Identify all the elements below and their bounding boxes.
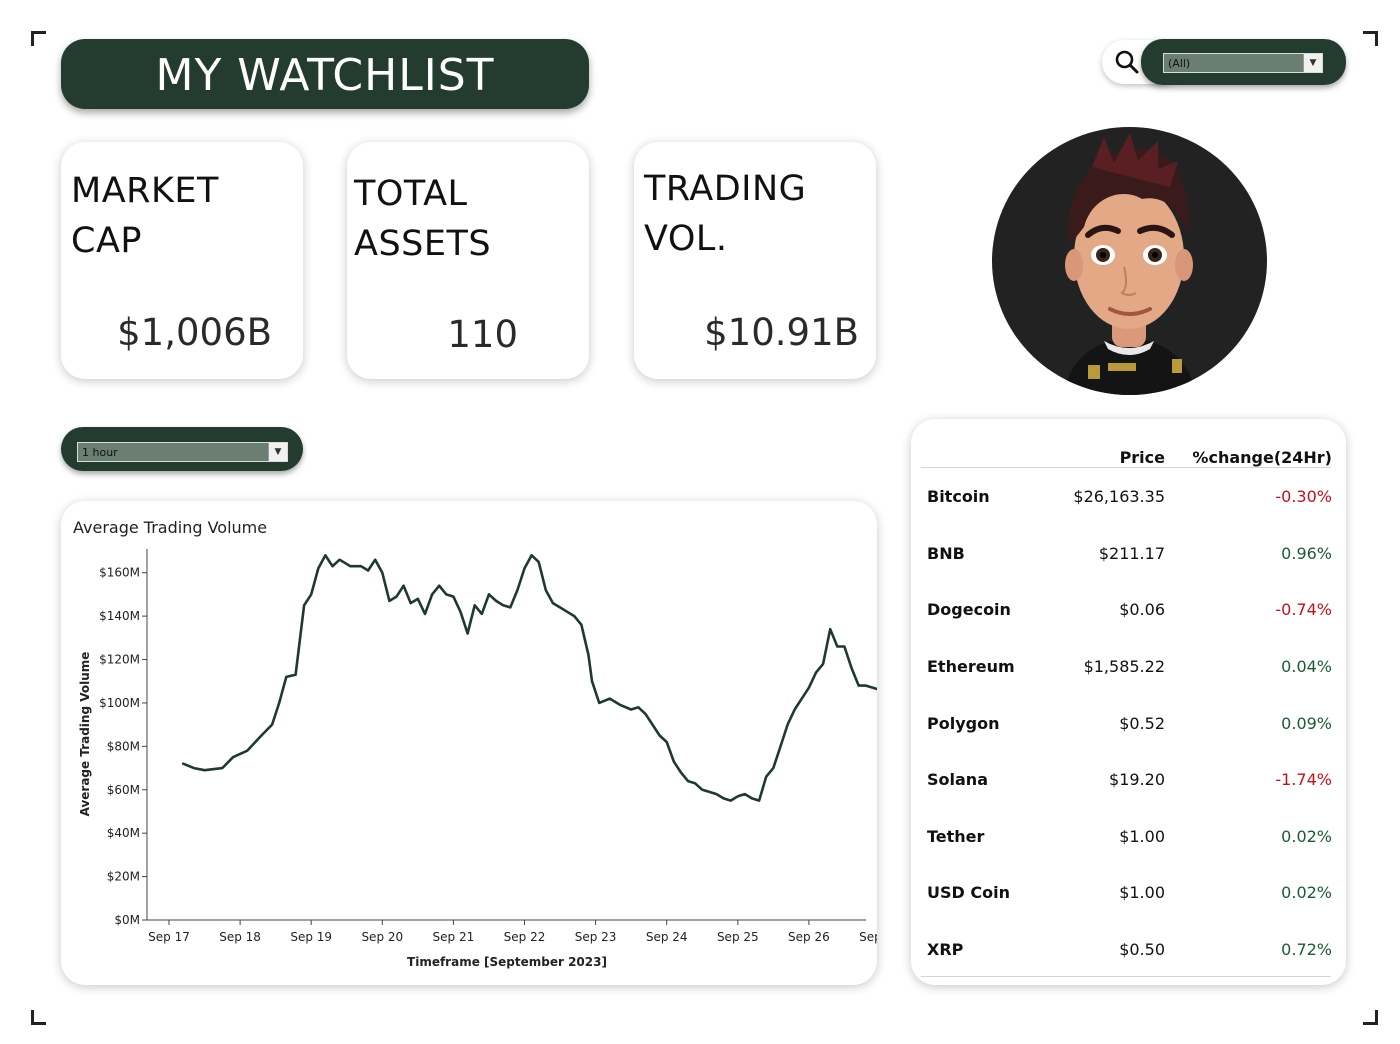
- page-title-banner: MY WATCHLIST: [61, 39, 589, 109]
- chart-y-tick-label: $40M: [107, 826, 140, 840]
- asset-name: Polygon: [927, 714, 1000, 733]
- chart-y-tick-label: $80M: [107, 739, 140, 753]
- asset-change: 0.04%: [1281, 657, 1332, 676]
- asset-name: Ethereum: [927, 657, 1015, 676]
- asset-name: Bitcoin: [927, 487, 990, 506]
- table-row[interactable]: Bitcoin $26,163.35 -0.30%: [911, 487, 1346, 511]
- asset-price: $0.50: [1119, 940, 1165, 959]
- chart-x-tick-label: Sep 20: [361, 930, 403, 944]
- kpi-card-trading-volume: TRADING VOL. $10.91B: [634, 142, 876, 379]
- chevron-down-icon: ▼: [1303, 54, 1322, 72]
- trading-volume-chart: $0M$20M$40M$60M$80M$100M$120M$140M$160M …: [78, 549, 877, 969]
- column-header-price: Price: [1119, 448, 1165, 467]
- asset-filter-select[interactable]: (All) ▼: [1163, 53, 1323, 73]
- chart-x-tick-label: Sep 17: [148, 930, 190, 944]
- timeframe-value: 1 hour: [82, 445, 118, 459]
- chart-y-tick-label: $20M: [107, 870, 140, 884]
- frame-corner: [1363, 1010, 1378, 1025]
- chart-series-line: [181, 554, 877, 802]
- table-row[interactable]: Ethereum $1,585.22 0.04%: [911, 657, 1346, 681]
- table-row[interactable]: Solana $19.20 -1.74%: [911, 770, 1346, 794]
- frame-corner: [31, 1010, 46, 1025]
- price-table: Price %change(24Hr) Bitcoin $26,163.35 -0.…: [911, 419, 1346, 985]
- timeframe-select[interactable]: 1 hour ▼: [77, 442, 288, 462]
- chart-x-tick-label: Sep 18: [219, 930, 261, 944]
- search-icon: [1115, 50, 1139, 74]
- chevron-down-icon: ▼: [268, 443, 287, 461]
- frame-corner: [31, 31, 46, 46]
- asset-price: $26,163.35: [1073, 487, 1165, 506]
- asset-change: -1.74%: [1275, 770, 1332, 789]
- frame-corner: [1363, 31, 1378, 46]
- chart-x-tick-label: Sep 22: [504, 930, 546, 944]
- asset-price: $0.06: [1119, 600, 1165, 619]
- chart-y-tick-label: $0M: [114, 913, 140, 927]
- asset-filter-value: (All): [1168, 56, 1191, 70]
- asset-name: Solana: [927, 770, 988, 789]
- chart-y-tick-label: $140M: [99, 609, 140, 623]
- asset-change: -0.30%: [1275, 487, 1332, 506]
- table-row[interactable]: Polygon $0.52 0.09%: [911, 714, 1346, 738]
- kpi-card-total-assets: TOTAL ASSETS 110: [347, 142, 589, 379]
- asset-change: 0.02%: [1281, 827, 1332, 846]
- kpi-label: TRADING: [644, 169, 807, 209]
- chart-y-tick-label: $160M: [99, 566, 140, 580]
- column-header-change: %change(24Hr): [1192, 448, 1332, 467]
- chart-x-tick-label: Sep 23: [575, 930, 617, 944]
- asset-name: XRP: [927, 940, 964, 959]
- timeframe-filter: 1 hour ▼: [61, 427, 303, 471]
- trading-volume-chart-card: Average Trading Volume $0M $20M $40M $60M $8…: [61, 501, 877, 985]
- chart-x-tick-label: Sep 24: [646, 930, 688, 944]
- chart-x-tick-label: Sep 27: [859, 930, 877, 944]
- asset-price: $1,585.22: [1083, 657, 1165, 676]
- chart-y-tick-label: $120M: [99, 653, 140, 667]
- kpi-card-market-cap: MARKET CAP $1,006B: [61, 142, 303, 379]
- table-row[interactable]: XRP $0.50 0.72%: [911, 940, 1346, 964]
- kpi-label: VOL.: [644, 219, 728, 259]
- table-row[interactable]: Tether $1.00 0.02%: [911, 827, 1346, 851]
- asset-price: $1.00: [1119, 827, 1165, 846]
- asset-price: $1.00: [1119, 883, 1165, 902]
- kpi-value: $10.91B: [704, 311, 859, 354]
- asset-change: 0.72%: [1281, 940, 1332, 959]
- chart-x-axis-title: Timeframe [September 2023]: [407, 955, 607, 969]
- asset-name: USD Coin: [927, 883, 1010, 902]
- chart-y-tick-label: $100M: [99, 696, 140, 710]
- kpi-label: CAP: [71, 221, 142, 261]
- table-row[interactable]: Dogecoin $0.06 -0.74%: [911, 600, 1346, 624]
- page-title: MY WATCHLIST: [155, 49, 495, 101]
- asset-price: $0.52: [1119, 714, 1165, 733]
- asset-change: 0.96%: [1281, 544, 1332, 563]
- kpi-value: $1,006B: [117, 311, 272, 354]
- chart-y-tick-label: $60M: [107, 783, 140, 797]
- chart-x-tick-label: Sep 21: [433, 930, 475, 944]
- asset-change: 0.02%: [1281, 883, 1332, 902]
- asset-price: $211.17: [1098, 544, 1165, 563]
- table-divider: [921, 976, 1331, 977]
- asset-change: -0.74%: [1275, 600, 1332, 619]
- table-divider: [921, 467, 1331, 468]
- avatar-illustration: [1062, 133, 1197, 395]
- avatar: [992, 127, 1267, 395]
- kpi-value: 110: [447, 313, 518, 356]
- table-row[interactable]: USD Coin $1.00 0.02%: [911, 883, 1346, 907]
- asset-change: 0.09%: [1281, 714, 1332, 733]
- asset-filter: (All) ▼: [1141, 39, 1346, 85]
- kpi-label: TOTAL: [354, 174, 468, 214]
- asset-name: Dogecoin: [927, 600, 1011, 619]
- kpi-label: ASSETS: [354, 224, 492, 264]
- chart-x-tick-label: Sep 25: [717, 930, 759, 944]
- chart-y-axis-title: Average Trading Volume: [78, 652, 92, 817]
- asset-price: $19.20: [1109, 770, 1165, 789]
- asset-name: Tether: [927, 827, 985, 846]
- table-row[interactable]: BNB $211.17 0.96%: [911, 544, 1346, 568]
- chart-x-tick-label: Sep 26: [788, 930, 830, 944]
- chart-x-tick-label: Sep 19: [290, 930, 332, 944]
- asset-name: BNB: [927, 544, 965, 563]
- kpi-label: MARKET: [71, 171, 219, 211]
